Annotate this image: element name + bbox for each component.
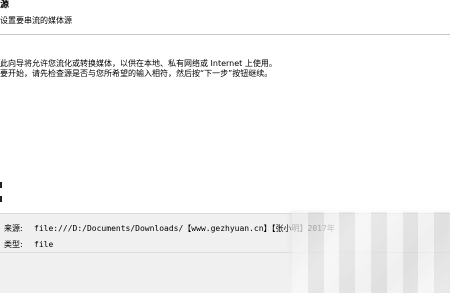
page-title: 源 [0,0,10,10]
stream-wizard-window: 源 设置要串流的媒体源 此向导将允许您流化或转换媒体，以供在本地、私有网络或 I… [0,0,450,293]
type-label: 类型: [4,240,23,249]
source-label: 来源: [4,224,23,233]
mosaic-region [292,212,450,293]
wizard-body: 此向导将允许您流化或转换媒体，以供在本地、私有网络或 Internet 上使用。… [0,35,450,213]
edge-marker [0,182,2,188]
edge-marker [0,196,2,202]
page-subtitle: 设置要串流的媒体源 [0,16,72,25]
wizard-header: 源 设置要串流的媒体源 [0,0,450,35]
type-value: file [34,240,54,249]
description-line-2: 要开始，请先检查源是否与您所希望的输入相符，然后按“下一步”按钮继续。 [0,69,273,78]
description-line-1: 此向导将允许您流化或转换媒体，以供在本地、私有网络或 Internet 上使用。 [0,59,277,68]
